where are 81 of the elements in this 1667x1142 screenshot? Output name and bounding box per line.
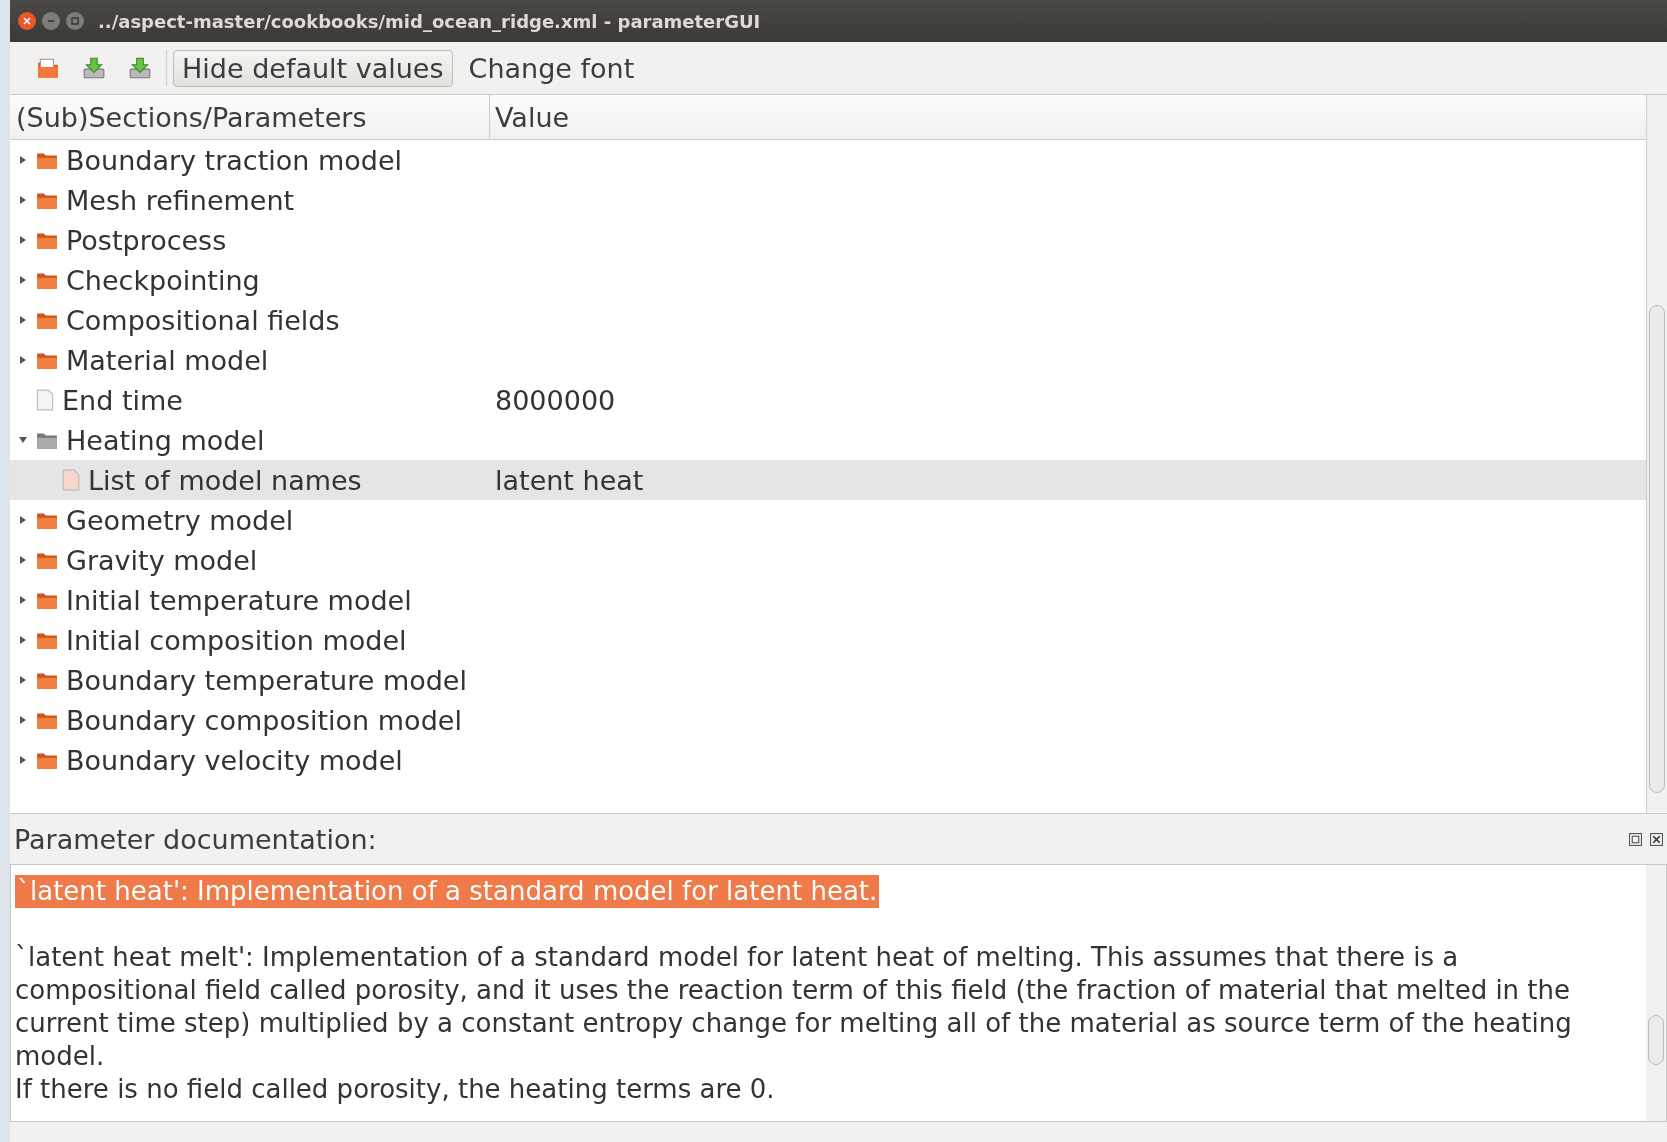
expand-arrow-icon[interactable]	[18, 555, 28, 565]
folder-icon	[36, 750, 58, 770]
folder-icon	[36, 670, 58, 690]
tree-row[interactable]: End time 8000000	[10, 380, 1646, 420]
tree-row[interactable]: Boundary traction model	[10, 140, 1646, 180]
column-header[interactable]: Value	[490, 95, 1646, 139]
expand-arrow-icon[interactable]	[18, 155, 28, 165]
folder-icon	[36, 510, 58, 530]
document-icon	[62, 469, 80, 491]
folder-icon	[36, 590, 58, 610]
document-icon	[36, 389, 54, 411]
tree-item-label: Boundary velocity model	[66, 744, 403, 776]
folder-icon	[36, 430, 58, 450]
expand-arrow-icon[interactable]	[18, 635, 28, 645]
folder-icon	[36, 550, 58, 570]
collapse-arrow-icon[interactable]	[18, 435, 28, 445]
download-icon[interactable]	[82, 56, 106, 80]
tree-item-label: Boundary temperature model	[66, 664, 467, 696]
folder-icon	[36, 710, 58, 730]
expand-arrow-icon[interactable]	[18, 595, 28, 605]
tree-item-label: Material model	[66, 344, 269, 376]
folder-icon	[36, 230, 58, 250]
documentation-text: `latent heat melt': Implementation of a standard model for latent heat of melting. This assumes that there is a compositional field called porosity, and it uses the reaction term of this field (the fraction of material that melted in the current time step) multiplied by a constant entropy change for melting all of the material as source term of the heating model.	[15, 941, 1573, 1073]
parameter-value: latent heat	[495, 464, 644, 496]
tree-item-label: Boundary traction model	[66, 144, 403, 176]
column-header[interactable]: (Sub)Sections/Parameters	[10, 95, 490, 139]
documentation-text: `latent heat': Implementation of a standard model for latent heat.	[15, 875, 880, 908]
tree-row[interactable]: Boundary composition model	[10, 700, 1646, 740]
panel-title: Parameter documentation:	[14, 823, 377, 855]
tree-item-label: Gravity model	[66, 544, 258, 576]
tree-item-label: Heating model	[66, 424, 265, 456]
expand-arrow-icon[interactable]	[18, 515, 28, 525]
tree-row[interactable]: List of model names latent heat	[10, 460, 1646, 500]
folder-icon	[36, 190, 58, 210]
tree-row[interactable]: Geometry model	[10, 500, 1646, 540]
expand-arrow-icon[interactable]	[18, 755, 28, 765]
tree-item-label: Postprocess	[66, 224, 227, 256]
tree-row[interactable]: Mesh refinement	[10, 180, 1646, 220]
tree-item-label: End time	[62, 384, 183, 416]
close-icon[interactable]	[1650, 832, 1663, 846]
tree-item-label: Compositional fields	[66, 304, 340, 336]
float-icon[interactable]	[1629, 832, 1642, 846]
close-button[interactable]	[18, 12, 36, 30]
expand-arrow-icon[interactable]	[18, 355, 28, 365]
tree-row[interactable]: Initial composition model	[10, 620, 1646, 660]
expand-arrow-icon[interactable]	[18, 675, 28, 685]
expand-arrow-icon[interactable]	[18, 235, 28, 245]
tree-item-label: Checkpointing	[66, 264, 260, 296]
tree-item-label: Mesh refinement	[66, 184, 295, 216]
parameter-value: 8000000	[495, 384, 616, 416]
maximize-button[interactable]	[66, 12, 84, 30]
expand-arrow-icon[interactable]	[18, 315, 28, 325]
download-icon[interactable]	[128, 56, 152, 80]
tree-row[interactable]: Boundary temperature model	[10, 660, 1646, 700]
tree-row[interactable]: Boundary velocity model	[10, 740, 1646, 780]
folder-icon	[36, 150, 58, 170]
tree-item-label: Initial composition model	[66, 624, 407, 656]
tree-row[interactable]: Compositional fields	[10, 300, 1646, 340]
tree-item-label: Initial temperature model	[66, 584, 412, 616]
window-title: ../aspect-master/cookbooks/mid_ocean_ridge.xml - parameterGUI	[98, 10, 761, 32]
tree-row[interactable]: Material model	[10, 340, 1646, 380]
folder-icon	[36, 310, 58, 330]
folder-icon	[36, 630, 58, 650]
tree-item-label: List of model names	[88, 464, 362, 496]
tree-item-label: Geometry model	[66, 504, 294, 536]
expand-arrow-icon[interactable]	[18, 275, 28, 285]
tree-row[interactable]: Heating model	[10, 420, 1646, 460]
folder-icon	[36, 270, 58, 290]
expand-arrow-icon[interactable]	[18, 715, 28, 725]
tree-row[interactable]: Initial temperature model	[10, 580, 1646, 620]
documentation-text: If there is no field called porosity, the heating terms are 0.	[15, 1073, 776, 1106]
folder-icon	[36, 350, 58, 370]
minimize-button[interactable]	[42, 12, 60, 30]
hide-defaults-button[interactable]: Hide default values	[173, 49, 453, 87]
change-font-button[interactable]: Change font	[460, 50, 643, 86]
tree-item-label: Boundary composition model	[66, 704, 462, 736]
expand-arrow-icon[interactable]	[18, 195, 28, 205]
tree-row[interactable]: Postprocess	[10, 220, 1646, 260]
tree-row[interactable]: Checkpointing	[10, 260, 1646, 300]
folder-icon[interactable]	[36, 56, 60, 80]
tree-row[interactable]: Gravity model	[10, 540, 1646, 580]
